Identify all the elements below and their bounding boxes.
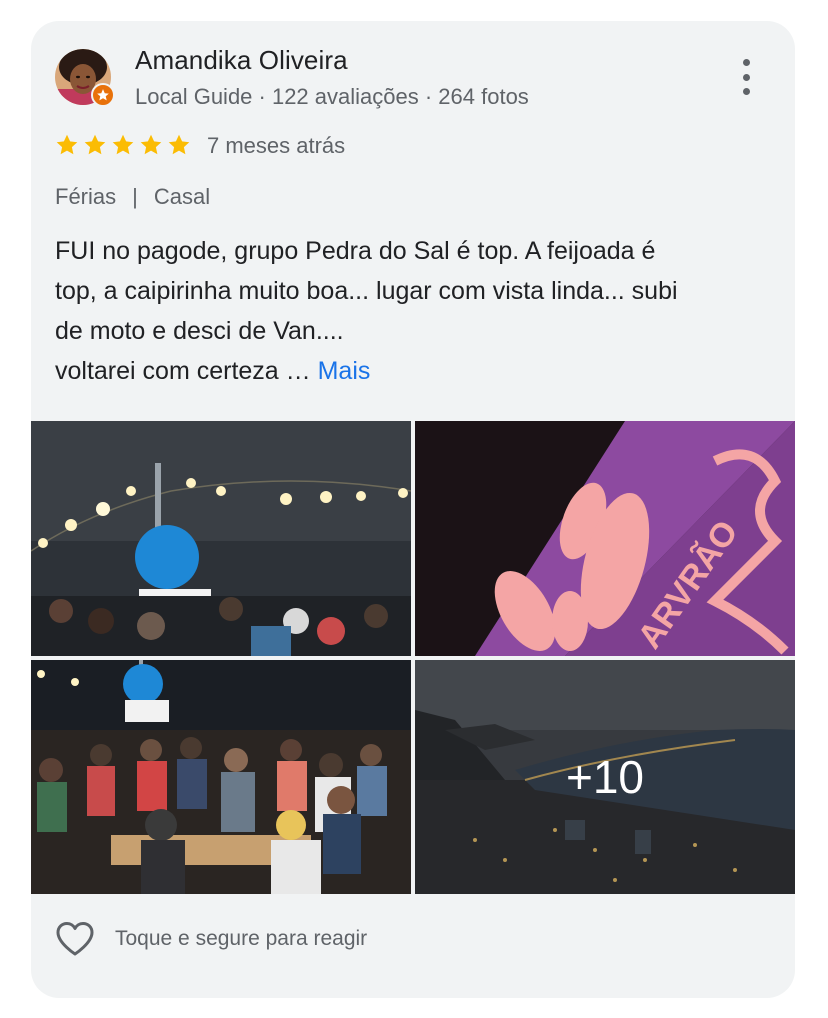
review-text-line: FUI no pagode, grupo Pedra do Sal é top.… — [55, 237, 656, 265]
review-text-line: voltarei com certeza … Mais — [55, 351, 775, 391]
photo-city-view[interactable]: +10 — [415, 660, 795, 894]
review-card: Amandika Oliveira Local Guide · 122 aval… — [31, 21, 795, 998]
author-meta: Local Guide · 122 avaliações · 264 fotos — [135, 84, 529, 109]
heart-icon — [56, 922, 94, 956]
local-guide-badge-icon — [91, 83, 115, 107]
star-icon — [56, 134, 78, 155]
review-text-line: top, a caipirinha muito boa... lugar com… — [55, 277, 678, 305]
review-text: FUI no pagode, grupo Pedra do Sal é top.… — [55, 231, 775, 391]
rating-stars — [55, 133, 191, 157]
tag-companion: Casal — [153, 184, 211, 209]
photo-night-crowd[interactable] — [31, 421, 411, 656]
react-label: Toque e segure para reagir — [115, 927, 368, 950]
star-icon — [168, 134, 190, 155]
star-icon — [140, 134, 162, 155]
review-time: 7 meses atrás — [207, 133, 346, 158]
photo-purple-sign[interactable]: ARVRÃO — [415, 421, 795, 656]
react-button[interactable]: Toque e segure para reagir — [55, 921, 367, 957]
author-name[interactable]: Amandika Oliveira — [135, 45, 348, 76]
more-options-icon[interactable] — [731, 57, 761, 97]
avatar[interactable] — [55, 49, 115, 107]
more-link[interactable]: Mais — [318, 357, 371, 385]
tag-separator: | — [132, 184, 138, 209]
review-text-truncated: voltarei com certeza … — [55, 357, 311, 385]
photo-band-crowd[interactable] — [31, 660, 411, 894]
more-photos-count[interactable]: +10 — [415, 660, 795, 894]
review-photos: ARVRÃO +10 — [31, 421, 795, 894]
star-icon — [112, 134, 134, 155]
review-tags: Férias | Casal — [55, 184, 210, 210]
tag-trip-type: Férias — [55, 184, 117, 209]
review-text-line: de moto e desci de Van.... — [55, 317, 344, 345]
star-icon — [84, 134, 106, 155]
